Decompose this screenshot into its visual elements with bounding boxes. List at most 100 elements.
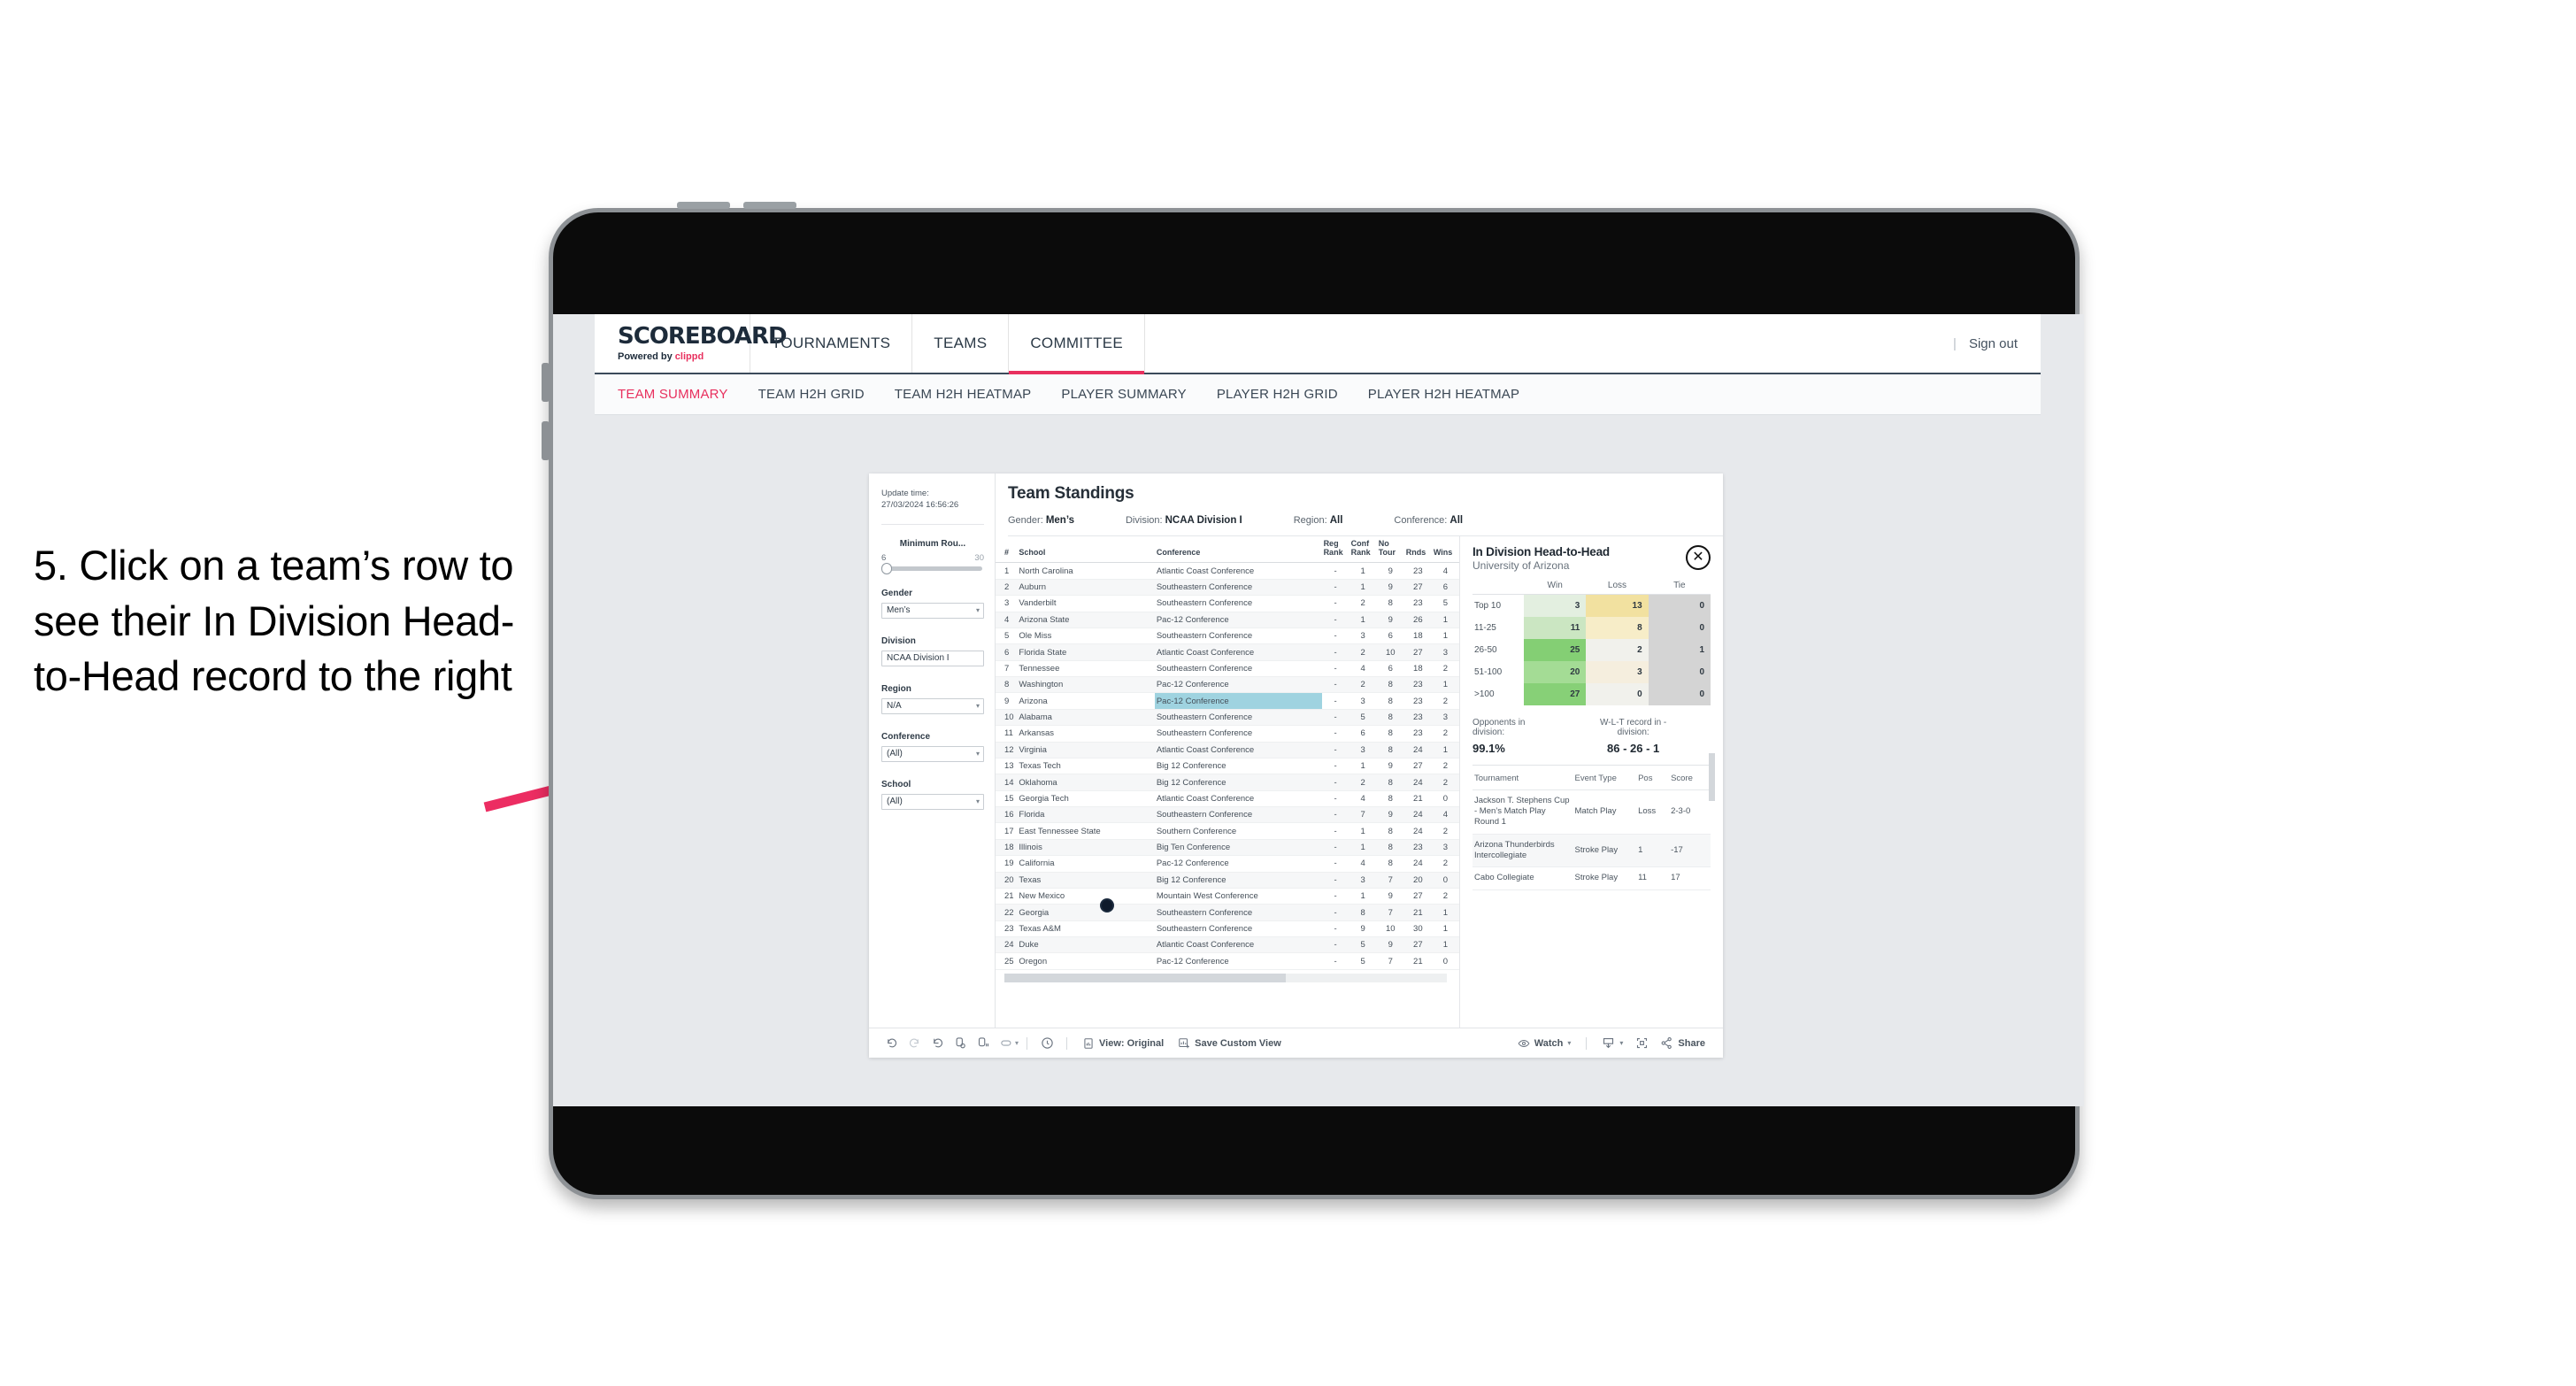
tab-player-h2h-heatmap[interactable]: PLAYER H2H HEATMAP bbox=[1368, 387, 1519, 402]
col-pos[interactable]: Pos bbox=[1636, 770, 1670, 790]
table-row[interactable]: 7 Tennessee Southeastern Conference -4 6 18 2 bbox=[996, 660, 1459, 678]
sub-tab-bar: TEAM SUMMARY TEAM H2H GRID TEAM H2H HEAT… bbox=[595, 374, 2041, 415]
table-row[interactable]: 23 Texas A&M Southeastern Conference -9 10 30… bbox=[996, 920, 1459, 938]
cell-reg-rank: - bbox=[1321, 758, 1350, 775]
table-row[interactable]: 13 Texas Tech Big 12 Conference -1 9 27 2 bbox=[996, 758, 1459, 775]
table-row[interactable]: 22 Georgia Southeastern Conference -8 7 21 1 bbox=[996, 904, 1459, 921]
scrollbar-thumb[interactable] bbox=[1004, 973, 1286, 982]
pause-updates-icon[interactable] bbox=[972, 1032, 995, 1055]
col-conf-rank[interactable]: Conf Rank bbox=[1349, 536, 1377, 564]
redo-icon[interactable] bbox=[903, 1032, 926, 1055]
brand-logo[interactable]: SCOREBOARD Powered by clippd bbox=[595, 314, 788, 373]
conference-select[interactable]: (All) ▾ bbox=[881, 745, 984, 762]
table-row[interactable]: 19 California Pac-12 Conference -4 8 24 2 bbox=[996, 855, 1459, 873]
cell-rank: 13 bbox=[996, 758, 1018, 775]
fullscreen-icon[interactable] bbox=[1630, 1032, 1653, 1055]
save-custom-view-button[interactable]: Save Custom View bbox=[1171, 1037, 1288, 1050]
table-row[interactable]: 18 Illinois Big Ten Conference -1 8 23 3 bbox=[996, 839, 1459, 857]
cell-conference: Southeastern Conference bbox=[1154, 628, 1322, 645]
revert-icon[interactable] bbox=[926, 1032, 949, 1055]
nav-item-teams[interactable]: TEAMS bbox=[912, 314, 1010, 373]
nav-item-committee[interactable]: COMMITTEE bbox=[1009, 314, 1146, 374]
view-original-button[interactable]: View: Original bbox=[1075, 1037, 1171, 1050]
col-rnds[interactable]: Rnds bbox=[1403, 536, 1432, 564]
table-row[interactable]: 5 Ole Miss Southeastern Conference -3 6 18 1 bbox=[996, 628, 1459, 645]
min-rounds-slider[interactable] bbox=[881, 562, 982, 574]
clock-icon[interactable] bbox=[1035, 1032, 1058, 1055]
tournaments-vertical-scrollbar[interactable] bbox=[1709, 753, 1715, 801]
h2h-row-label: 26-50 bbox=[1473, 638, 1524, 661]
col-school[interactable]: School bbox=[1017, 536, 1155, 564]
table-row[interactable]: 20 Texas Big 12 Conference -3 7 20 0 bbox=[996, 872, 1459, 889]
col-tournament[interactable]: Tournament bbox=[1473, 770, 1573, 790]
signout-link[interactable]: Sign out bbox=[1969, 336, 2018, 351]
chevron-down-icon[interactable]: ▾ bbox=[1015, 1039, 1019, 1047]
cell-no-tour: 9 bbox=[1376, 888, 1404, 905]
table-row[interactable]: 10 Alabama Southeastern Conference -5 8 23 3 bbox=[996, 709, 1459, 727]
cell-school: Duke bbox=[1017, 936, 1155, 954]
share-button[interactable]: Share bbox=[1653, 1036, 1712, 1050]
col-conference[interactable]: Conference bbox=[1154, 536, 1322, 564]
tab-team-h2h-heatmap[interactable]: TEAM H2H HEATMAP bbox=[895, 387, 1032, 402]
close-icon[interactable]: ✕ bbox=[1686, 545, 1711, 570]
nav-item-tournaments[interactable]: TOURNAMENTS bbox=[750, 314, 913, 373]
chevron-down-icon[interactable]: ▾ bbox=[1567, 1039, 1571, 1047]
table-row[interactable]: 2 Auburn Southeastern Conference -1 9 27 6 bbox=[996, 579, 1459, 597]
table-row[interactable]: 17 East Tennessee State Southern Conferenc… bbox=[996, 822, 1459, 840]
cell-rnds: 23 bbox=[1403, 692, 1432, 710]
tournament-row[interactable]: Arizona Thunderbirds Intercollegiate Stro… bbox=[1473, 834, 1711, 868]
cell-reg-rank: - bbox=[1321, 904, 1350, 921]
filter-school-label: School bbox=[881, 779, 911, 789]
tournament-row[interactable]: Jackson T. Stephens Cup - Men’s Match Pl… bbox=[1473, 789, 1711, 835]
cell-rnds: 24 bbox=[1403, 822, 1432, 840]
tournament-row[interactable]: Cabo Collegiate Stroke Play 11 17 bbox=[1473, 866, 1711, 890]
stat-opponents-label: Opponents in division: bbox=[1473, 717, 1526, 737]
cell-wins: 4 bbox=[1431, 562, 1459, 580]
table-row[interactable]: 9 Arizona Pac-12 Conference -3 8 23 2 bbox=[996, 692, 1459, 710]
gender-select[interactable]: Men’s ▾ bbox=[881, 602, 984, 619]
download-button[interactable]: ▾ bbox=[1595, 1036, 1630, 1050]
table-row[interactable]: 1 North Carolina Atlantic Coast Conference… bbox=[996, 562, 1459, 580]
cell-conference: Southeastern Conference bbox=[1154, 920, 1322, 938]
table-row[interactable]: 11 Arkansas Southeastern Conference -6 8 23 2 bbox=[996, 725, 1459, 743]
col-reg-rank[interactable]: Reg Rank bbox=[1321, 536, 1350, 564]
h2h-grid-body: Top 10 3 13 0 11-25 11 8 0 26-50 25 2 1 51-100 20 3 0 >1… bbox=[1473, 594, 1711, 705]
school-select[interactable]: (All) ▾ bbox=[881, 793, 984, 810]
chevron-down-icon[interactable]: ▾ bbox=[1619, 1039, 1623, 1047]
cell-conference: Atlantic Coast Conference bbox=[1154, 936, 1322, 954]
table-row[interactable]: 14 Oklahoma Big 12 Conference -2 8 24 2 bbox=[996, 774, 1459, 791]
tournaments-head: Tournament Event Type Pos Score bbox=[1473, 770, 1711, 790]
horizontal-scrollbar[interactable] bbox=[1004, 973, 1447, 982]
table-row[interactable]: 4 Arizona State Pac-12 Conference -1 9 26 1 bbox=[996, 612, 1459, 628]
tab-player-summary[interactable]: PLAYER SUMMARY bbox=[1061, 387, 1186, 402]
refresh-data-icon[interactable] bbox=[949, 1032, 972, 1055]
col-rank[interactable]: # bbox=[996, 536, 1018, 564]
table-row[interactable]: 15 Georgia Tech Atlantic Coast Conference -… bbox=[996, 790, 1459, 808]
col-no-tour[interactable]: No Tour bbox=[1376, 536, 1404, 564]
cell-rank: 8 bbox=[996, 676, 1018, 694]
col-wins[interactable]: Wins bbox=[1431, 536, 1459, 564]
table-row[interactable]: 12 Virginia Atlantic Coast Conference -3 8 24… bbox=[996, 742, 1459, 758]
table-row[interactable]: 6 Florida State Atlantic Coast Conference -… bbox=[996, 643, 1459, 661]
region-select[interactable]: N/A ▾ bbox=[881, 697, 984, 714]
h2h-cell-loss: 2 bbox=[1586, 638, 1649, 661]
table-row[interactable]: 8 Washington Pac-12 Conference -2 8 23 1 bbox=[996, 676, 1459, 694]
col-score[interactable]: Score bbox=[1669, 770, 1711, 790]
cell-school: Georgia bbox=[1017, 904, 1155, 921]
table-row[interactable]: 25 Oregon Pac-12 Conference -5 7 21 0 bbox=[996, 952, 1459, 970]
cell-no-tour: 6 bbox=[1376, 628, 1404, 645]
slider-handle[interactable] bbox=[881, 562, 892, 574]
table-row[interactable]: 16 Florida Southeastern Conference -7 9 24 4 bbox=[996, 806, 1459, 824]
watch-button[interactable]: Watch ▾ bbox=[1511, 1037, 1579, 1050]
table-row[interactable]: 24 Duke Atlantic Coast Conference -5 9 27 1 bbox=[996, 936, 1459, 954]
col-event-type[interactable]: Event Type bbox=[1573, 770, 1637, 790]
tab-team-summary[interactable]: TEAM SUMMARY bbox=[618, 387, 728, 402]
tab-player-h2h-grid[interactable]: PLAYER H2H GRID bbox=[1217, 387, 1338, 402]
table-row[interactable]: 21 New Mexico Mountain West Conference -1 9 2… bbox=[996, 888, 1459, 905]
table-row[interactable]: 3 Vanderbilt Southeastern Conference -2 8 23 5 bbox=[996, 595, 1459, 612]
tab-team-h2h-grid[interactable]: TEAM H2H GRID bbox=[758, 387, 865, 402]
cell-no-tour: 9 bbox=[1376, 806, 1404, 824]
undo-icon[interactable] bbox=[880, 1032, 903, 1055]
division-select[interactable]: NCAA Division I bbox=[881, 650, 984, 666]
cell-rank: 14 bbox=[996, 774, 1018, 791]
